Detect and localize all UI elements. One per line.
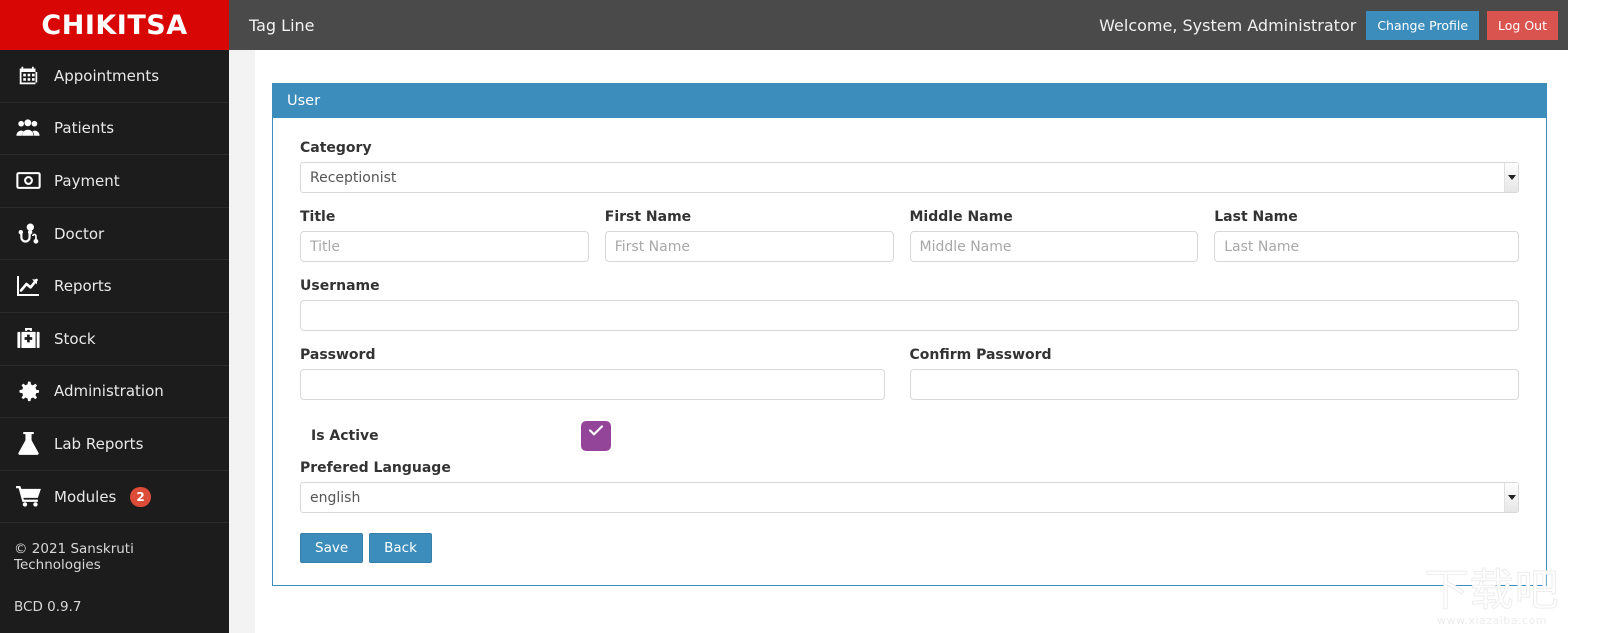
- username-input[interactable]: [300, 300, 1519, 331]
- sidebar-item-lab-reports[interactable]: Lab Reports: [0, 418, 229, 471]
- cart-icon: [14, 485, 42, 509]
- app-logo[interactable]: CHIKITSA: [0, 0, 229, 50]
- sidebar: Appointments Patients Payment Doctor Rep: [0, 50, 229, 633]
- welcome-text: Welcome, System Administrator: [1099, 15, 1357, 35]
- sidebar-item-modules[interactable]: Modules 2: [0, 471, 229, 524]
- back-button[interactable]: Back: [369, 533, 432, 563]
- save-button[interactable]: Save: [300, 533, 364, 563]
- username-field-group: Username: [300, 278, 1519, 331]
- medkit-icon: [14, 327, 42, 351]
- password-label: Password: [300, 347, 376, 363]
- is-active-label: Is Active: [311, 428, 379, 444]
- sidebar-item-payment[interactable]: Payment: [0, 155, 229, 208]
- main-content: User Category Receptionist Title Title F…: [229, 50, 1568, 633]
- sidebar-footer: © 2021 Sanskruti Technologies BCD 0.9.7: [0, 523, 229, 615]
- sidebar-item-label: Doctor: [54, 224, 105, 243]
- sidebar-item-label: Reports: [54, 277, 112, 296]
- sidebar-item-administration[interactable]: Administration: [0, 366, 229, 419]
- password-fields-row: Password Confirm Password: [300, 347, 1519, 400]
- logout-button[interactable]: Log Out: [1487, 10, 1558, 40]
- middle-name-field-group: Middle Name: [909, 209, 1215, 262]
- confirm-password-label: Confirm Password: [909, 347, 1052, 363]
- title-field-group: Title: [300, 209, 605, 262]
- sidebar-item-label: Modules: [54, 487, 117, 506]
- calendar-icon: [14, 64, 42, 88]
- top-bar-right: Welcome, System Administrator Change Pro…: [1099, 10, 1568, 40]
- middle-name-input[interactable]: [909, 231, 1199, 262]
- content-card: User Category Receptionist Title Title F…: [255, 50, 1568, 633]
- flask-icon: [14, 432, 42, 456]
- password-input[interactable]: [300, 369, 885, 400]
- confirm-password-input[interactable]: [909, 369, 1519, 400]
- sidebar-item-patients[interactable]: Patients: [0, 103, 229, 156]
- form-actions: Save Back: [300, 533, 1519, 563]
- category-field-group: Category Receptionist: [300, 140, 1519, 193]
- user-form: Category Receptionist Title Title First …: [273, 118, 1546, 585]
- sidebar-item-label: Payment: [54, 171, 120, 190]
- prefered-language-select[interactable]: english: [300, 482, 1519, 513]
- first-name-label: First Name: [604, 209, 692, 225]
- gear-icon: [14, 379, 42, 403]
- category-select[interactable]: Receptionist: [300, 162, 1519, 193]
- sidebar-item-appointments[interactable]: Appointments: [0, 50, 229, 103]
- modules-badge: 2: [130, 486, 151, 507]
- is-active-checkbox[interactable]: [581, 421, 611, 451]
- sidebar-item-label: Stock: [54, 329, 96, 348]
- is-active-row: Is Active: [300, 416, 1519, 456]
- user-panel: User Category Receptionist Title Title F…: [272, 83, 1547, 586]
- prefered-language-select-wrap: english: [300, 482, 1519, 513]
- sidebar-item-doctor[interactable]: Doctor: [0, 208, 229, 261]
- vertical-scrollbar[interactable]: [1568, 0, 1600, 633]
- title-input[interactable]: [300, 231, 589, 262]
- app-root: CHIKITSA Tag Line Welcome, System Admini…: [0, 0, 1600, 633]
- sidebar-item-reports[interactable]: Reports: [0, 260, 229, 313]
- middle-name-label: Middle Name: [909, 209, 1013, 225]
- sidebar-item-label: Appointments: [54, 66, 160, 85]
- title-label: Title: [300, 209, 336, 225]
- category-label: Category: [300, 140, 372, 156]
- doctor-icon: [14, 222, 42, 246]
- prefered-language-field-group: Prefered Language english: [300, 460, 1519, 513]
- last-name-label: Last Name: [1214, 209, 1298, 225]
- first-name-input[interactable]: [604, 231, 894, 262]
- confirm-password-field-group: Confirm Password: [909, 347, 1519, 400]
- tagline: Tag Line: [249, 15, 315, 35]
- sidebar-item-stock[interactable]: Stock: [0, 313, 229, 366]
- panel-title: User: [273, 84, 1546, 118]
- copyright-text: © 2021 Sanskruti Technologies: [14, 541, 134, 574]
- username-label: Username: [300, 278, 380, 294]
- category-select-wrap: Receptionist: [300, 162, 1519, 193]
- first-name-field-group: First Name: [604, 209, 910, 262]
- password-field-group: Password: [300, 347, 910, 400]
- check-icon: [588, 425, 604, 436]
- name-fields-row: Title First Name Middle Name Last N: [300, 209, 1519, 262]
- change-profile-button[interactable]: Change Profile: [1366, 10, 1480, 40]
- sidebar-item-label: Patients: [54, 119, 115, 138]
- users-icon: [14, 116, 42, 140]
- prefered-language-label: Prefered Language: [300, 460, 451, 476]
- money-bill-icon: [14, 169, 42, 193]
- top-bar: CHIKITSA Tag Line Welcome, System Admini…: [0, 0, 1568, 50]
- sidebar-item-label: Administration: [54, 382, 164, 401]
- last-name-field-group: Last Name: [1214, 209, 1519, 262]
- sidebar-item-label: Lab Reports: [54, 434, 144, 453]
- last-name-input[interactable]: [1214, 231, 1519, 262]
- version-text: BCD 0.9.7: [14, 599, 82, 616]
- chart-line-icon: [14, 274, 42, 298]
